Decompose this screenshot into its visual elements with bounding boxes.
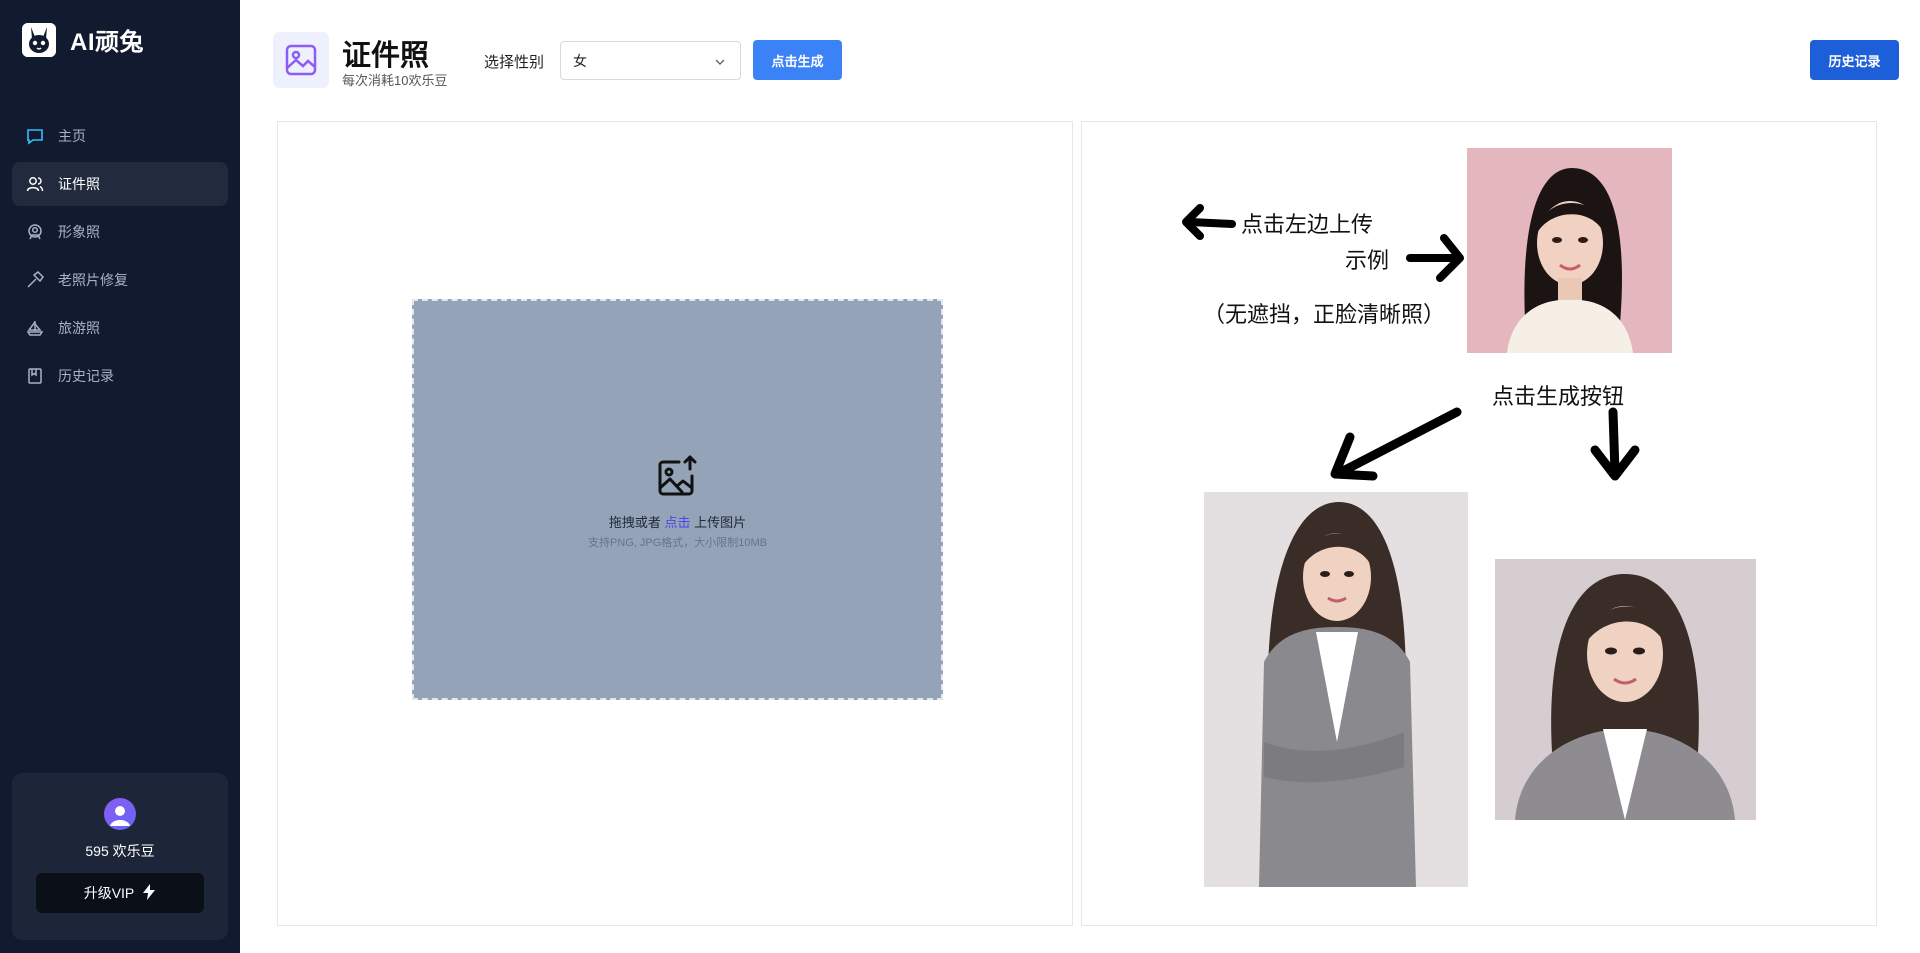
sidebar: AI顽兔 主页 证件照 形象照 老照片修复 旅游照 历史记录 595 欢乐豆 升…	[0, 0, 240, 953]
upload-suffix: 上传图片	[694, 515, 747, 530]
sidebar-item-photo-restore[interactable]: 老照片修复	[12, 258, 228, 302]
sample-input-photo	[1467, 148, 1672, 353]
sidebar-item-label: 历史记录	[58, 368, 114, 384]
sidebar-item-label: 形象照	[58, 224, 100, 240]
arrow-left-icon	[1182, 204, 1236, 240]
bookmark-icon	[26, 367, 44, 385]
users-icon	[26, 175, 44, 193]
sidebar-item-travel[interactable]: 旅游照	[12, 306, 228, 350]
upload-hint: 支持PNG, JPG格式，大小限制10MB	[587, 537, 768, 549]
image-upload-icon	[655, 454, 701, 505]
brand[interactable]: AI顽兔	[22, 22, 144, 57]
upload-dropzone[interactable]: 拖拽或者 点击 上传图片 支持PNG, JPG格式，大小限制10MB	[412, 299, 943, 700]
sidebar-item-label: 老照片修复	[58, 272, 128, 288]
sidebar-item-history[interactable]: 历史记录	[12, 354, 228, 398]
app-name: AI顽兔	[70, 29, 144, 56]
sidebar-item-label: 证件照	[58, 176, 100, 192]
arrow-right-icon	[1406, 234, 1464, 282]
sidebar-item-id-photo[interactable]: 证件照	[12, 162, 228, 206]
vip-button-label: 升级VIP	[83, 885, 135, 901]
sample-result-photo-headshot	[1495, 559, 1756, 820]
cost-note: 每次消耗10欢乐豆	[342, 73, 448, 88]
gender-select[interactable]: 女	[560, 41, 741, 80]
gender-value: 女	[573, 52, 587, 69]
instruction-example: 示例	[1345, 249, 1390, 274]
sidebar-item-portrait[interactable]: 形象照	[12, 210, 228, 254]
portrait-icon	[26, 223, 44, 241]
example-panel: 点击左边上传 示例 （无遮挡，正脸清晰照） 点击生成按钮	[1081, 121, 1877, 926]
sidebar-nav: 主页 证件照 形象照 老照片修复 旅游照 历史记录	[12, 114, 228, 402]
history-button[interactable]: 历史记录	[1810, 40, 1899, 80]
sidebar-item-label: 主页	[58, 128, 86, 144]
gender-label: 选择性别	[484, 54, 545, 71]
hammer-icon	[26, 271, 44, 289]
page-title: 证件照	[342, 40, 430, 72]
account-card: 595 欢乐豆 升级VIP	[12, 773, 228, 940]
chat-bubble-icon	[26, 127, 44, 145]
rabbit-logo-icon	[22, 22, 56, 57]
generate-button[interactable]: 点击生成	[753, 40, 842, 80]
arrow-down-icon	[1590, 407, 1640, 481]
sidebar-item-home[interactable]: 主页	[12, 114, 228, 158]
sailboat-icon	[26, 319, 44, 337]
instruction-upload-left: 点击左边上传	[1241, 213, 1374, 238]
arrow-down-left-icon	[1330, 407, 1462, 481]
sample-result-photo-full	[1204, 492, 1468, 887]
upgrade-vip-button[interactable]: 升级VIP	[36, 873, 204, 913]
image-icon	[273, 32, 329, 88]
upload-prefix: 拖拽或者	[608, 515, 661, 530]
upload-instruction: 拖拽或者 点击 上传图片	[414, 512, 941, 531]
lightning-icon	[142, 883, 156, 903]
instruction-requirement: （无遮挡，正脸清晰照）	[1203, 303, 1446, 328]
chevron-down-icon	[714, 55, 726, 71]
upload-panel: 拖拽或者 点击 上传图片 支持PNG, JPG格式，大小限制10MB	[277, 121, 1073, 926]
upload-click-link[interactable]: 点击	[664, 515, 690, 530]
sidebar-item-label: 旅游照	[58, 320, 100, 336]
avatar[interactable]	[104, 798, 136, 830]
coin-balance: 595 欢乐豆	[85, 843, 155, 859]
